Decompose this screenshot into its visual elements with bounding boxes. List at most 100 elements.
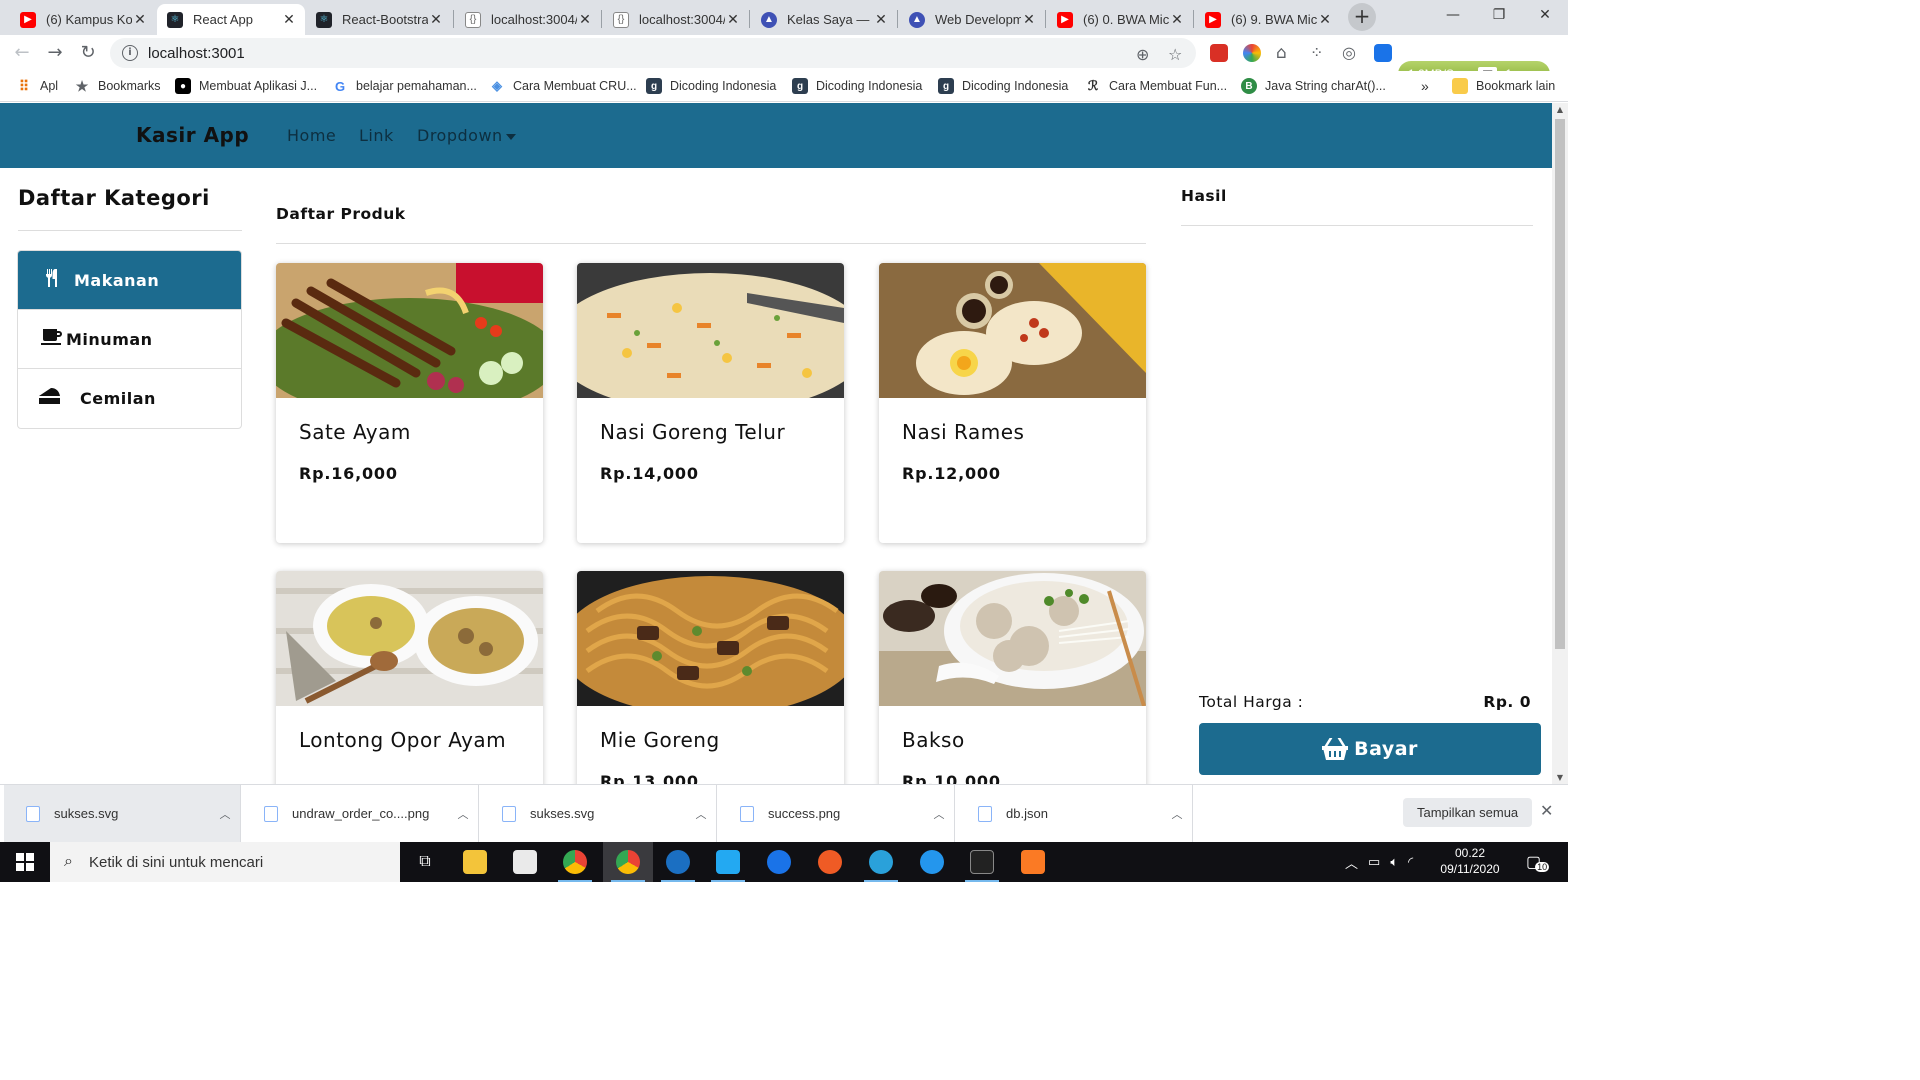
home-icon[interactable]: ⌂ [1276,43,1287,63]
close-icon[interactable]: ✕ [1169,11,1185,28]
address-bar[interactable]: i ⊕ ☆ [110,38,1196,68]
chevron-up-icon[interactable]: ︿ [210,806,240,822]
download-item[interactable]: undraw_order_co....png ︿ [242,785,479,842]
pay-button[interactable]: Bayar [1199,723,1541,775]
scroll-up-icon[interactable]: ▲ [1552,105,1568,114]
color-picker-icon[interactable] [1243,44,1261,62]
back-button[interactable]: ← [10,41,34,65]
telegram-app[interactable] [856,842,906,882]
bookmark-cara-membuat-crud[interactable]: ◈ Cara Membuat CRU... [489,71,637,101]
tab-web-development[interactable]: ▲ Web Developm ✕ [899,4,1045,35]
brand-logo[interactable]: Kasir App [136,123,249,147]
battery-icon[interactable]: ▭ [1368,854,1380,870]
minimize-button[interactable]: — [1430,0,1476,30]
bookmark-dicoding-2[interactable]: g Dicoding Indonesia [792,71,922,101]
terminal-app[interactable] [957,842,1007,882]
tab-bwa-0[interactable]: ▶ (6) 0. BWA Mic ✕ [1047,4,1193,35]
notification-center-button[interactable]: ▢ 10 [1526,842,1550,882]
volume-icon[interactable]: 🔈︎ [1390,854,1398,870]
task-view-button[interactable]: ⧉ [400,842,450,882]
chevron-up-icon[interactable]: ︿ [686,806,716,822]
close-icon[interactable]: ✕ [1317,11,1333,28]
bookmark-star-icon[interactable]: ☆ [1168,45,1182,64]
thunderbird-app[interactable] [653,842,703,882]
extension-icon[interactable] [1374,44,1392,62]
product-card-nasi-rames[interactable]: Nasi Rames Rp.12,000 [879,263,1146,543]
new-tab-button[interactable]: + [1348,3,1376,31]
close-icon[interactable]: ✕ [132,11,148,28]
extension-icon[interactable]: ◎ [1342,43,1356,62]
bookmark-other[interactable]: Bookmark lain [1452,71,1555,101]
product-card-bakso[interactable]: Bakso Rp.10,000 [879,571,1146,784]
zoom-icon[interactable]: ⊕ [1136,45,1149,64]
bookmark-bookmarks[interactable]: ★ Bookmarks [74,71,161,101]
product-card-lontong-opor-ayam[interactable]: Lontong Opor Ayam [276,571,543,784]
postman-app[interactable] [805,842,855,882]
bookmark-membuat-aplikasi[interactable]: ● Membuat Aplikasi J... [175,71,317,101]
xampp-app[interactable] [1008,842,1058,882]
close-icon[interactable]: ✕ [725,11,741,28]
chevron-up-icon[interactable]: ︿ [1162,806,1192,822]
close-icon[interactable]: ✕ [1540,801,1553,821]
close-icon[interactable]: ✕ [873,11,889,28]
download-item[interactable]: success.png ︿ [718,785,955,842]
docker-app[interactable] [907,842,957,882]
chevron-up-icon[interactable]: ︿ [924,806,954,822]
forward-button[interactable]: → [43,41,67,65]
tab-react-app[interactable]: ⚛ React App ✕ [157,4,305,35]
tab-react-bootstrap[interactable]: ⚛ React-Bootstra ✕ [306,4,452,35]
system-tray: ︿ ▭ 🔈︎ ◜ [1345,842,1413,882]
chevron-up-icon[interactable]: ︿ [1345,853,1358,872]
download-item[interactable]: sukses.svg ︿ [4,785,241,842]
close-icon[interactable]: ✕ [428,11,444,28]
reload-button[interactable]: ↻ [76,41,100,65]
category-makanan[interactable]: Makanan [18,251,241,310]
url-input[interactable] [148,44,1108,62]
extension-icon[interactable]: ⁘ [1310,43,1323,62]
bookmark-dicoding-3[interactable]: g Dicoding Indonesia [938,71,1068,101]
product-card-mie-goreng[interactable]: Mie Goreng Rp.13,000 [577,571,844,784]
close-icon[interactable]: ✕ [1021,11,1037,28]
extension-icon[interactable] [1210,44,1228,62]
tab-kelas-saya[interactable]: ▲ Kelas Saya — B ✕ [751,4,897,35]
info-icon[interactable]: i [122,45,138,61]
close-icon[interactable]: ✕ [281,11,297,28]
wifi-icon[interactable]: ◜ [1408,854,1413,870]
product-card-nasi-goreng-telur[interactable]: Nasi Goreng Telur Rp.14,000 [577,263,844,543]
nav-home[interactable]: Home [287,126,336,145]
system-clock[interactable]: 00.22 09/11/2020 [1422,845,1518,877]
category-cemilan[interactable]: Cemilan [18,369,241,428]
bookmark-java-string[interactable]: B Java String charAt()... [1241,71,1386,101]
close-window-button[interactable]: ✕ [1522,0,1568,30]
nav-link[interactable]: Link [359,126,394,145]
nav-dropdown[interactable]: Dropdown [417,126,516,145]
category-minuman[interactable]: Minuman [18,310,241,369]
chevron-up-icon[interactable]: ︿ [448,806,478,822]
start-button[interactable] [0,842,50,882]
tab-kampus[interactable]: ▶ (6) Kampus Ko ✕ [10,4,156,35]
download-item[interactable]: sukses.svg ︿ [480,785,717,842]
scrollbar-thumb[interactable] [1555,119,1565,649]
download-item[interactable]: db.json ︿ [956,785,1193,842]
tab-bwa-9[interactable]: ▶ (6) 9. BWA Mic ✕ [1195,4,1341,35]
maps-app[interactable] [754,842,804,882]
show-all-downloads-button[interactable]: Tampilkan semua [1403,798,1533,827]
file-explorer-app[interactable] [450,842,500,882]
bookmark-cara-membuat-fun[interactable]: ℛ Cara Membuat Fun... [1085,71,1227,101]
taskbar-search[interactable]: ⌕ Ketik di sini untuk mencari [50,842,400,882]
scroll-down-icon[interactable]: ▼ [1552,773,1568,782]
vertical-scrollbar[interactable]: ▲ ▼ [1552,103,1568,784]
close-icon[interactable]: ✕ [577,11,593,28]
product-card-sate-ayam[interactable]: Sate Ayam Rp.16,000 [276,263,543,543]
bookmark-dicoding-1[interactable]: g Dicoding Indonesia [646,71,776,101]
tab-localhost-3004-a[interactable]: {} localhost:3004/ ✕ [455,4,601,35]
tab-localhost-3004-b[interactable]: {} localhost:3004/ ✕ [603,4,749,35]
vscode-app[interactable] [703,842,753,882]
more-bookmarks-button[interactable]: » [1421,71,1429,101]
chrome-app-active[interactable] [603,842,653,882]
restore-button[interactable]: ❐ [1476,0,1522,30]
store-app[interactable] [500,842,550,882]
bookmark-belajar-pemahaman[interactable]: G belajar pemahaman... [332,71,477,101]
bookmark-apps[interactable]: ⠿ Apl [16,71,58,101]
chrome-app[interactable] [550,842,600,882]
